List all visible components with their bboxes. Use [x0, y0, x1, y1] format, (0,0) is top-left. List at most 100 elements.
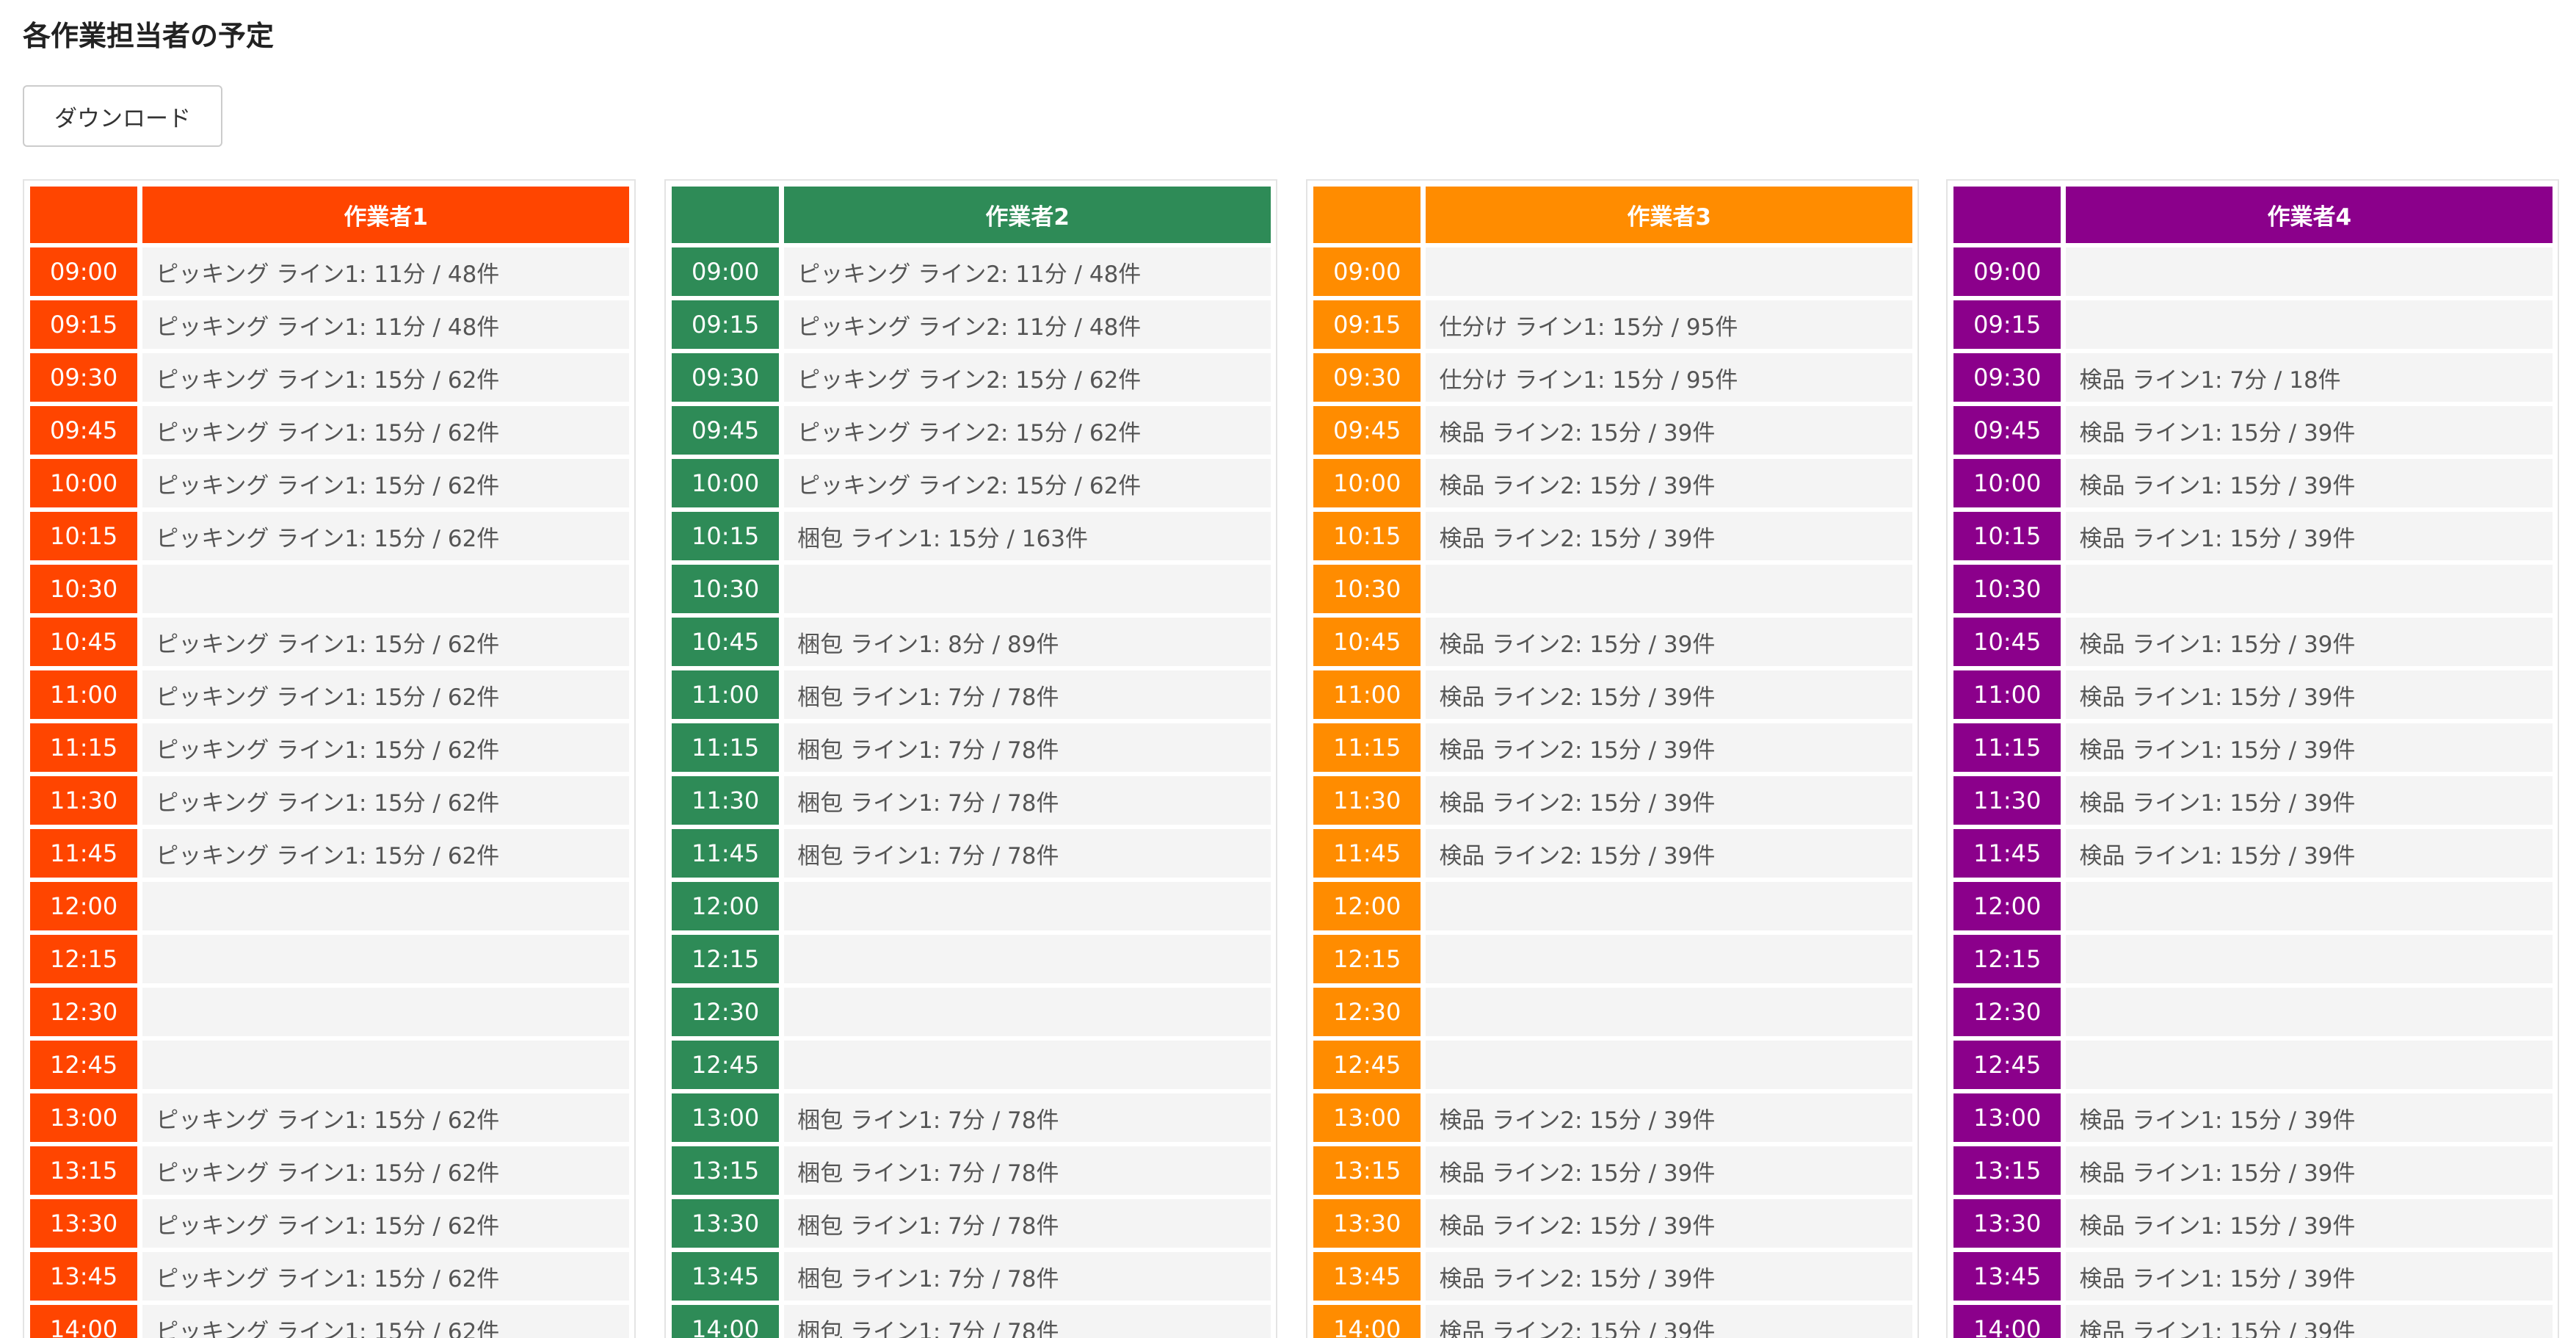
task-cell: ピッキング ライン1: 15分 / 62件 [142, 776, 629, 825]
task-cell: 検品 ライン2: 15分 / 39件 [1426, 776, 1912, 825]
table-row: 12:30 [1313, 988, 1912, 1036]
time-cell: 14:00 [1313, 1305, 1421, 1338]
worker-panel-3: 作業者3 09:00 09:15 仕分け ライン1: 15分 / 95件 09:30 仕分… [1306, 179, 1919, 1338]
table-row: 11:15 ピッキング ライン1: 15分 / 62件 [30, 723, 629, 772]
task-cell: 梱包 ライン1: 7分 / 78件 [784, 670, 1271, 719]
task-cell: 検品 ライン1: 15分 / 39件 [2066, 618, 2553, 666]
header-row: 作業者3 [1313, 187, 1912, 243]
time-cell: 09:00 [30, 247, 138, 296]
time-cell: 10:45 [1313, 618, 1421, 666]
task-cell: ピッキング ライン2: 15分 / 62件 [784, 459, 1271, 507]
worker-panel-4: 作業者4 09:00 09:15 09:30 検品 ライン1: 7分 / 18件 09:4… [1946, 179, 2559, 1338]
time-cell: 12:15 [1953, 935, 2061, 983]
table-row: 10:45 検品 ライン1: 15分 / 39件 [1953, 618, 2553, 666]
time-cell: 14:00 [672, 1305, 780, 1338]
task-cell: 検品 ライン1: 15分 / 39件 [2066, 406, 2553, 455]
table-row: 09:30 検品 ライン1: 7分 / 18件 [1953, 353, 2553, 402]
table-row: 11:00 梱包 ライン1: 7分 / 78件 [672, 670, 1271, 719]
task-cell [2066, 882, 2553, 930]
table-row: 13:15 ピッキング ライン1: 15分 / 62件 [30, 1146, 629, 1195]
time-cell: 13:45 [1953, 1252, 2061, 1301]
task-cell: 検品 ライン2: 15分 / 39件 [1426, 618, 1912, 666]
task-cell: 検品 ライン2: 15分 / 39件 [1426, 670, 1912, 719]
time-cell: 12:45 [1313, 1041, 1421, 1089]
table-row: 12:00 [672, 882, 1271, 930]
task-cell [2066, 988, 2553, 1036]
table-row: 13:15 検品 ライン2: 15分 / 39件 [1313, 1146, 1912, 1195]
table-row: 12:15 [30, 935, 629, 983]
time-cell: 10:45 [1953, 618, 2061, 666]
task-cell: 検品 ライン1: 15分 / 39件 [2066, 512, 2553, 560]
table-row: 10:00 ピッキング ライン2: 15分 / 62件 [672, 459, 1271, 507]
table-row: 12:00 [30, 882, 629, 930]
time-cell: 11:30 [30, 776, 138, 825]
time-cell: 11:45 [1313, 829, 1421, 878]
task-cell [784, 882, 1271, 930]
download-button[interactable]: ダウンロード [23, 85, 222, 147]
worker-panel-1: 作業者1 09:00 ピッキング ライン1: 11分 / 48件 09:15 ピッキング… [23, 179, 636, 1338]
table-row: 12:30 [1953, 988, 2553, 1036]
task-cell [1426, 565, 1912, 613]
time-cell: 13:30 [1953, 1199, 2061, 1248]
header-row: 作業者2 [672, 187, 1271, 243]
table-row: 10:30 [672, 565, 1271, 613]
task-cell: 検品 ライン1: 15分 / 39件 [2066, 1093, 2553, 1142]
table-row: 13:00 梱包 ライン1: 7分 / 78件 [672, 1093, 1271, 1142]
table-row: 11:45 梱包 ライン1: 7分 / 78件 [672, 829, 1271, 878]
time-cell: 09:00 [672, 247, 780, 296]
task-cell: 検品 ライン1: 7分 / 18件 [2066, 353, 2553, 402]
table-row: 09:45 検品 ライン1: 15分 / 39件 [1953, 406, 2553, 455]
table-row: 12:45 [672, 1041, 1271, 1089]
time-cell: 12:15 [30, 935, 138, 983]
time-cell: 11:30 [1313, 776, 1421, 825]
table-row: 13:30 ピッキング ライン1: 15分 / 62件 [30, 1199, 629, 1248]
table-row: 14:00 梱包 ライン1: 7分 / 78件 [672, 1305, 1271, 1338]
time-cell: 11:00 [30, 670, 138, 719]
time-cell: 11:45 [672, 829, 780, 878]
time-header-cell [672, 187, 780, 243]
task-cell: 梱包 ライン1: 7分 / 78件 [784, 776, 1271, 825]
task-cell [784, 935, 1271, 983]
task-cell [2066, 300, 2553, 349]
time-cell: 11:15 [1313, 723, 1421, 772]
time-cell: 12:00 [672, 882, 780, 930]
table-row: 09:00 ピッキング ライン2: 11分 / 48件 [672, 247, 1271, 296]
task-cell: ピッキング ライン1: 11分 / 48件 [142, 300, 629, 349]
time-cell: 12:00 [1953, 882, 2061, 930]
task-cell [142, 882, 629, 930]
task-cell: 梱包 ライン1: 7分 / 78件 [784, 723, 1271, 772]
table-row: 11:15 梱包 ライン1: 7分 / 78件 [672, 723, 1271, 772]
table-row: 12:15 [672, 935, 1271, 983]
worker-name-header: 作業者4 [2066, 187, 2553, 243]
task-cell: 梱包 ライン1: 7分 / 78件 [784, 1146, 1271, 1195]
table-row: 11:30 検品 ライン1: 15分 / 39件 [1953, 776, 2553, 825]
task-cell: ピッキング ライン1: 15分 / 62件 [142, 829, 629, 878]
table-row: 10:45 梱包 ライン1: 8分 / 89件 [672, 618, 1271, 666]
table-row: 10:15 梱包 ライン1: 15分 / 163件 [672, 512, 1271, 560]
page-title: 各作業担当者の予定 [23, 20, 275, 52]
table-row: 11:15 検品 ライン2: 15分 / 39件 [1313, 723, 1912, 772]
time-cell: 12:30 [1313, 988, 1421, 1036]
time-cell: 11:45 [30, 829, 138, 878]
table-row: 11:30 梱包 ライン1: 7分 / 78件 [672, 776, 1271, 825]
time-cell: 09:00 [1313, 247, 1421, 296]
table-row: 09:00 [1953, 247, 2553, 296]
table-row: 13:15 検品 ライン1: 15分 / 39件 [1953, 1146, 2553, 1195]
task-cell: ピッキング ライン1: 15分 / 62件 [142, 1199, 629, 1248]
time-cell: 13:45 [30, 1252, 138, 1301]
table-row: 10:30 [1953, 565, 2553, 613]
time-cell: 09:30 [1313, 353, 1421, 402]
time-cell: 12:30 [672, 988, 780, 1036]
time-cell: 11:30 [1953, 776, 2061, 825]
schedule-page: 各作業担当者の予定 ダウンロード 作業者1 09:00 ピッキング ライン1: 11… [0, 0, 2576, 1338]
task-cell: ピッキング ライン1: 15分 / 62件 [142, 406, 629, 455]
task-cell: 検品 ライン2: 15分 / 39件 [1426, 459, 1912, 507]
table-row: 09:00 ピッキング ライン1: 11分 / 48件 [30, 247, 629, 296]
worker-name-header: 作業者3 [1426, 187, 1912, 243]
table-row: 13:45 検品 ライン2: 15分 / 39件 [1313, 1252, 1912, 1301]
time-cell: 09:45 [30, 406, 138, 455]
task-cell: 検品 ライン2: 15分 / 39件 [1426, 723, 1912, 772]
schedule-table: 作業者1 09:00 ピッキング ライン1: 11分 / 48件 09:15 ピッキング… [25, 182, 634, 1338]
time-cell: 13:45 [1313, 1252, 1421, 1301]
time-cell: 13:30 [1313, 1199, 1421, 1248]
